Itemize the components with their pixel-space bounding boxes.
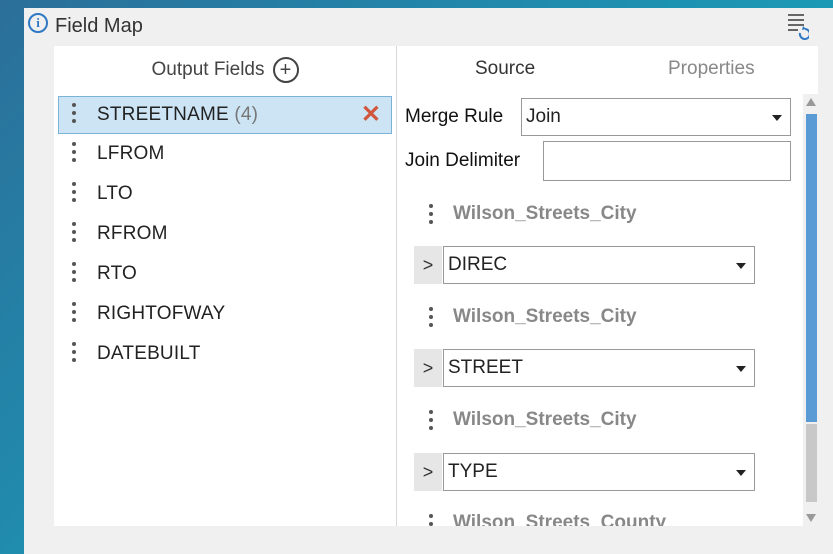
chevron-down-icon [736,366,746,372]
panel-title: Field Map [55,15,143,37]
drag-handle-icon[interactable] [72,222,78,246]
source-field-dropdown[interactable]: TYPE [443,453,755,491]
field-name: RTO [97,263,138,284]
field-name: RIGHTOFWAY [97,303,226,324]
source-table-name: Wilson_Streets_City [453,306,637,327]
drag-handle-icon[interactable] [429,204,435,228]
source-table-name: Wilson_Streets_County [453,512,667,526]
drag-handle-icon[interactable] [429,307,435,331]
output-field-list: STREETNAME (4) ✕ LFROM LTO RFROM RTO RIG… [54,96,396,374]
tab-bar: Source Properties [397,46,819,94]
source-field-dropdown[interactable]: DIREC [443,246,755,284]
output-field-lto[interactable]: LTO [54,174,396,214]
chevron-down-icon [736,470,746,476]
source-table-name: Wilson_Streets_City [453,203,637,224]
output-field-rto[interactable]: RTO [54,254,396,294]
output-field-datebuilt[interactable]: DATEBUILT [54,334,396,374]
field-name: DATEBUILT [97,343,201,364]
expand-chevron-icon[interactable]: > [414,453,442,491]
field-name: RFROM [97,223,168,244]
merge-rule-value: Join [526,106,561,127]
expand-chevron-icon[interactable]: > [414,246,442,284]
drag-handle-icon[interactable] [72,302,78,326]
drag-handle-icon[interactable] [72,103,78,127]
source-field-dropdown[interactable]: STREET [443,349,755,387]
output-field-rightofway[interactable]: RIGHTOFWAY [54,294,396,334]
output-fields-header: Output Fields + [54,46,396,94]
reset-fields-icon[interactable] [787,12,809,40]
drag-handle-icon[interactable] [429,514,435,526]
output-fields-pane: Output Fields + STREETNAME (4) ✕ LFROM L… [54,46,396,526]
merge-rule-dropdown[interactable]: Join [521,98,791,136]
drag-handle-icon[interactable] [72,342,78,366]
scroll-track[interactable] [806,424,817,502]
join-delimiter-input[interactable] [543,141,791,181]
field-name: LFROM [97,143,165,164]
source-pane: Source Properties Merge Rule Join Join D… [396,46,819,526]
source-field-value: DIREC [448,254,508,275]
output-field-streetname[interactable]: STREETNAME (4) ✕ [58,96,392,134]
chevron-down-icon [772,115,782,121]
scroll-up-icon[interactable] [806,98,816,106]
field-name: LTO [97,183,133,204]
chevron-down-icon [736,263,746,269]
plus-circle-icon[interactable]: + [272,57,299,83]
title-bar: i Field Map [24,8,833,46]
expand-chevron-icon[interactable]: > [414,349,442,387]
drag-handle-icon[interactable] [72,182,78,206]
drag-handle-icon[interactable] [72,262,78,286]
tab-properties[interactable]: Properties [668,58,755,80]
source-field-value: TYPE [448,461,498,482]
info-icon[interactable]: i [28,13,48,33]
scroll-down-icon[interactable] [806,514,816,522]
field-source-count: (4) [234,104,259,125]
drag-handle-icon[interactable] [429,410,435,434]
output-fields-label: Output Fields [151,59,265,80]
join-delimiter-label: Join Delimiter [405,150,521,171]
source-table-name: Wilson_Streets_City [453,409,637,430]
source-partial-clip: Wilson_Streets_County [453,512,753,526]
source-field-value: STREET [448,357,523,378]
vertical-scrollbar[interactable] [803,94,819,526]
drag-handle-icon[interactable] [72,142,78,166]
scroll-thumb[interactable] [806,114,817,422]
output-field-rfrom[interactable]: RFROM [54,214,396,254]
field-name: STREETNAME (4) [97,104,259,125]
merge-rule-label: Merge Rule [405,106,504,127]
output-field-lfrom[interactable]: LFROM [54,134,396,174]
field-map-panel: i Field Map Output Fields + STREETNAME (… [24,8,833,554]
remove-field-icon[interactable]: ✕ [361,103,381,127]
field-map-content: Output Fields + STREETNAME (4) ✕ LFROM L… [54,46,819,526]
tab-source[interactable]: Source [475,58,535,80]
